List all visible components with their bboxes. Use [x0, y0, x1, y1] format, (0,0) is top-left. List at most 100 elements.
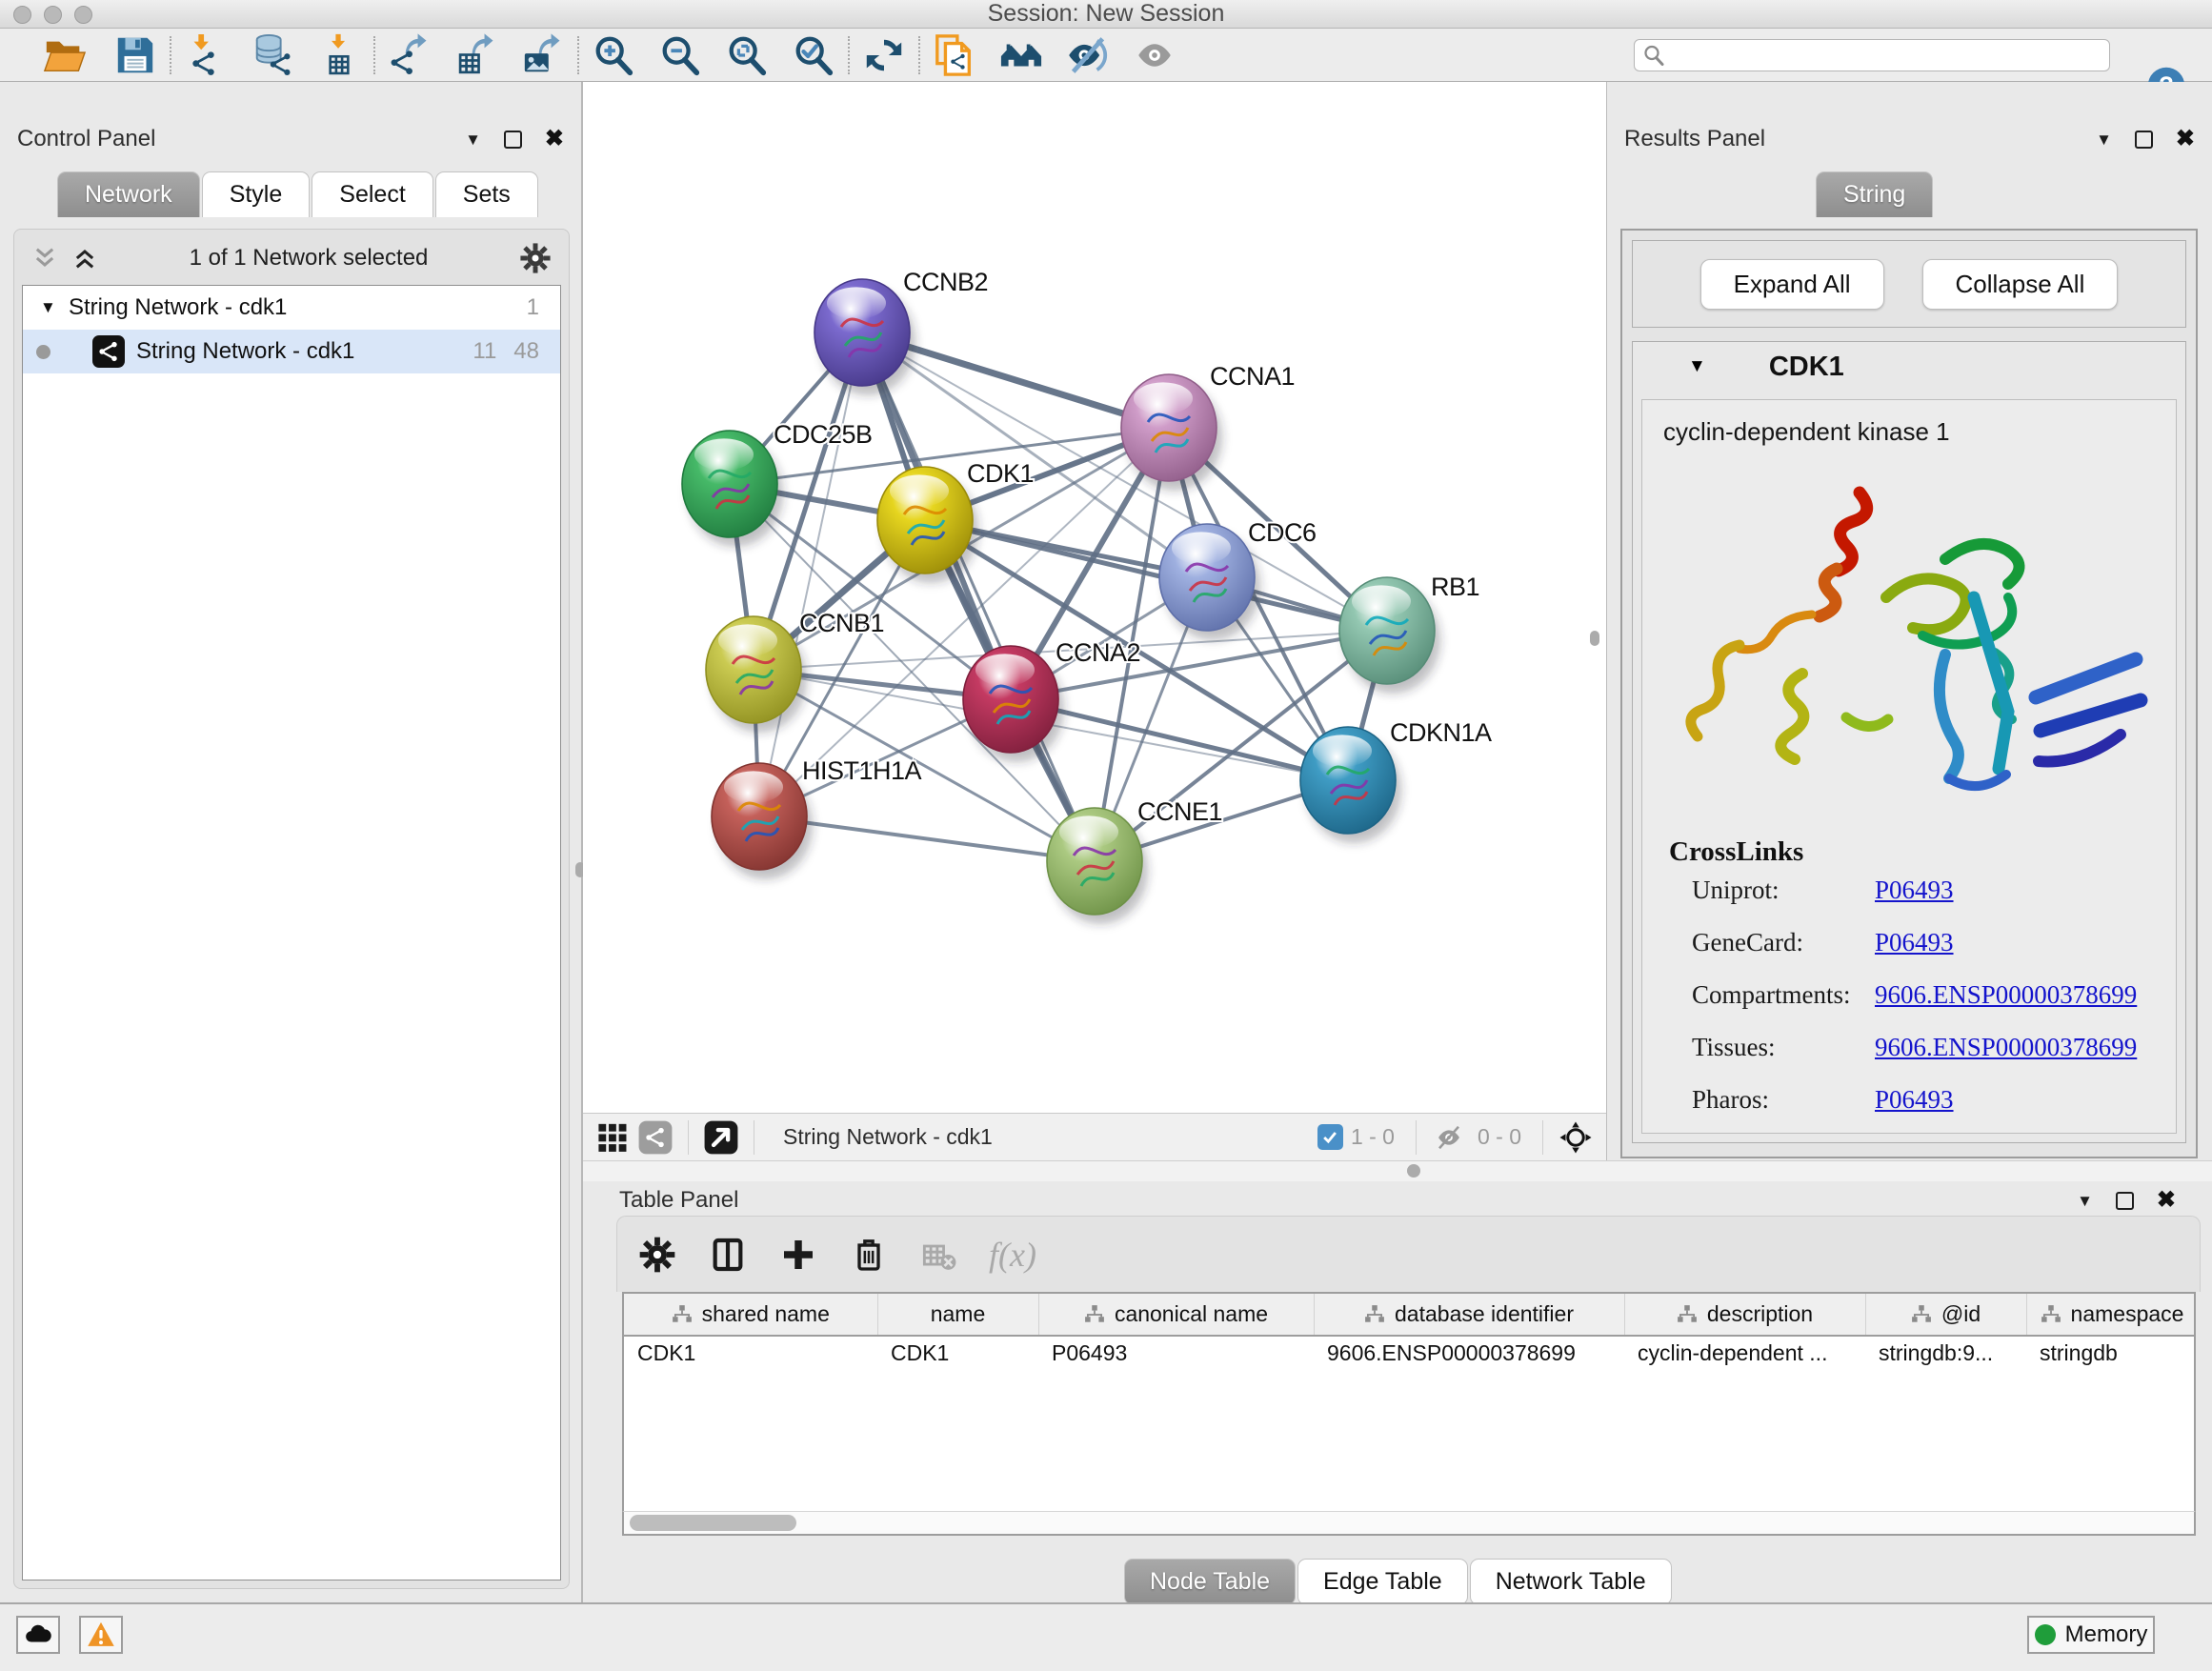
zoom-in-icon[interactable]	[587, 30, 640, 80]
export-image-icon[interactable]	[516, 30, 570, 80]
view-network-title: String Network - cdk1	[783, 1124, 1317, 1150]
save-session-button[interactable]	[109, 30, 162, 80]
network-collection-row[interactable]: ▼ String Network - cdk1 1	[23, 286, 560, 330]
import-table-file-icon[interactable]	[312, 30, 366, 80]
tab-edge-table[interactable]: Edge Table	[1297, 1559, 1468, 1605]
crosslink-link[interactable]: 9606.ENSP00000378699	[1875, 980, 2137, 1010]
network-row-selected[interactable]: String Network - cdk1 11 48	[23, 330, 560, 373]
table-panel-menu-icon[interactable]: ▼	[2077, 1193, 2093, 1209]
add-column-icon[interactable]	[777, 1234, 819, 1276]
crosshair-icon[interactable]	[1555, 1118, 1597, 1157]
import-network-file-icon[interactable]	[179, 30, 232, 80]
tab-string[interactable]: String	[1816, 171, 1933, 217]
tab-network-table[interactable]: Network Table	[1470, 1559, 1672, 1605]
horizontal-splitter[interactable]	[583, 1160, 2212, 1181]
expand-all-button[interactable]: Expand All	[1700, 259, 1884, 310]
network-node-CCNA1[interactable]: CCNA1	[1121, 362, 1295, 491]
results-panel-float-icon[interactable]	[2135, 131, 2153, 149]
tab-select[interactable]: Select	[312, 171, 432, 217]
zoom-out-icon[interactable]	[654, 30, 707, 80]
column-header-name[interactable]: name	[877, 1294, 1038, 1336]
toolbar-separator	[848, 36, 850, 74]
toolbar-separator	[373, 36, 375, 74]
import-network-database-icon[interactable]	[246, 30, 299, 80]
maximize-window-button[interactable]	[74, 6, 92, 24]
network-node-CCNB1[interactable]: CCNB1	[706, 609, 884, 733]
network-node-CCNB2[interactable]: CCNB2	[814, 268, 988, 395]
tab-style[interactable]: Style	[202, 171, 311, 217]
column-header-database-identifier[interactable]: database identifier	[1314, 1294, 1624, 1336]
warning-status-button[interactable]	[79, 1616, 123, 1654]
control-panel-float-icon[interactable]	[504, 131, 522, 149]
cloud-icon	[24, 1621, 52, 1649]
gene-expander-icon[interactable]: ▼	[1688, 356, 1706, 377]
table-panel-float-icon[interactable]	[2116, 1192, 2134, 1210]
crosslink-link[interactable]: P06493	[1875, 876, 1954, 905]
network-node-CDC25B[interactable]: CDC25B	[682, 420, 873, 547]
horizontal-splitter-handle[interactable]	[1407, 1164, 1420, 1178]
network-node-HIST1H1A[interactable]: HIST1H1A	[712, 756, 922, 879]
open-session-button[interactable]	[38, 30, 91, 80]
results-panel-close-icon[interactable]: ✖	[2176, 128, 2195, 151]
show-hidden-eye-icon[interactable]	[1128, 30, 1181, 80]
right-splitter-handle[interactable]	[1590, 631, 1599, 646]
zoom-fit-icon[interactable]	[720, 30, 774, 80]
column-header-namespace[interactable]: namespace	[2026, 1294, 2196, 1336]
export-table-icon[interactable]	[450, 30, 503, 80]
network-node-CDKN1A[interactable]: CDKN1A	[1300, 718, 1492, 843]
crosslink-link[interactable]: P06493	[1875, 1085, 1954, 1115]
tree-expander-icon[interactable]: ▼	[40, 298, 69, 317]
hide-selected-eye-icon[interactable]	[1061, 30, 1115, 80]
network-node-RB1[interactable]: RB1	[1339, 573, 1479, 694]
open-in-new-window-icon[interactable]	[700, 1118, 742, 1157]
table-panel-close-icon[interactable]: ✖	[2157, 1189, 2176, 1212]
close-window-button[interactable]	[13, 6, 31, 24]
expand-all-chevron-icon[interactable]	[71, 245, 98, 272]
control-panel-menu-icon[interactable]: ▼	[465, 131, 481, 148]
network-node-CCNE1[interactable]: CCNE1	[1047, 797, 1222, 924]
show-columns-icon[interactable]	[707, 1234, 749, 1276]
show-all-houses-icon[interactable]	[995, 30, 1048, 80]
selected-checkbox-icon[interactable]	[1317, 1124, 1343, 1150]
crosslink-label: Pharos:	[1692, 1085, 1875, 1115]
minimize-window-button[interactable]	[44, 6, 62, 24]
network-view: CCNB2CCNA1CDC25BCDK1CDC6RB1CCNB1CCNA2CDK…	[583, 82, 1606, 1160]
network-share-icon	[92, 335, 125, 368]
table-options-gear-icon[interactable]	[636, 1234, 678, 1276]
tab-node-table[interactable]: Node Table	[1124, 1559, 1296, 1605]
clone-network-icon[interactable]	[928, 30, 981, 80]
network-birdseye-icon[interactable]	[634, 1118, 676, 1157]
network-canvas-svg[interactable]: CCNB2CCNA1CDC25BCDK1CDC6RB1CCNB1CCNA2CDK…	[583, 82, 1606, 1113]
network-node-CDC6[interactable]: CDC6	[1159, 518, 1317, 640]
results-panel-menu-icon[interactable]: ▼	[2096, 131, 2112, 148]
column-header-shared-name[interactable]: shared name	[624, 1294, 877, 1336]
tab-sets[interactable]: Sets	[435, 171, 538, 217]
crosslink-link[interactable]: 9606.ENSP00000378699	[1875, 1033, 2137, 1062]
collapse-all-button[interactable]: Collapse All	[1922, 259, 2119, 310]
network-options-gear-icon[interactable]	[519, 242, 552, 274]
selected-count: 1 - 0	[1351, 1124, 1395, 1150]
column-header-@id[interactable]: @id	[1865, 1294, 2026, 1336]
collapse-all-chevron-icon[interactable]	[31, 245, 58, 272]
control-panel-close-icon[interactable]: ✖	[545, 128, 564, 151]
table-hscrollbar[interactable]	[622, 1511, 2196, 1536]
table-row[interactable]: CDK1CDK1P064939606.ENSP00000378699cyclin…	[624, 1336, 2196, 1370]
crosslinks-list: Uniprot:P06493GeneCard:P06493Compartment…	[1642, 876, 2176, 1115]
export-network-icon[interactable]	[383, 30, 436, 80]
grid-view-icon[interactable]	[593, 1118, 634, 1157]
search-input[interactable]	[1665, 42, 2101, 69]
crosslink-link[interactable]: P06493	[1875, 928, 1954, 957]
table-toolbar: f(x)	[616, 1216, 2201, 1292]
delete-column-icon[interactable]	[848, 1234, 890, 1276]
column-header-canonical-name[interactable]: canonical name	[1038, 1294, 1314, 1336]
apply-layout-icon[interactable]	[857, 30, 911, 80]
table-hscrollbar-thumb[interactable]	[630, 1515, 796, 1531]
zoom-selected-icon[interactable]	[787, 30, 840, 80]
gene-section-header[interactable]: ▼ CDK1	[1633, 342, 2185, 392]
column-header-description[interactable]: description	[1624, 1294, 1865, 1336]
memory-button[interactable]: Memory	[2027, 1616, 2155, 1654]
crosslink-row: GeneCard:P06493	[1692, 928, 2176, 957]
tab-network[interactable]: Network	[57, 171, 200, 217]
cloud-status-button[interactable]	[16, 1616, 60, 1654]
network-edge[interactable]	[925, 520, 1387, 631]
